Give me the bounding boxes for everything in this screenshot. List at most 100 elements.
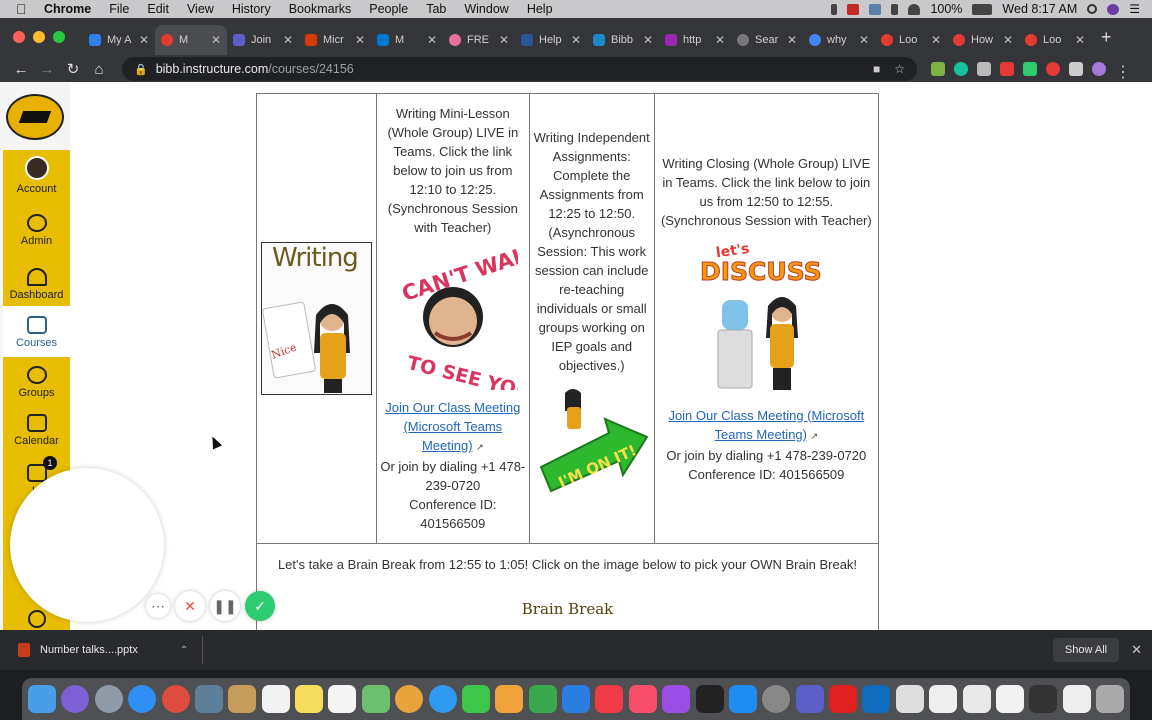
menu-help[interactable]: Help xyxy=(527,2,553,16)
pages-icon[interactable] xyxy=(495,685,524,713)
browser-tab[interactable]: Bibb ✕ xyxy=(587,25,659,55)
extension-icon[interactable] xyxy=(977,62,991,76)
browser-tab[interactable]: How ✕ xyxy=(947,25,1019,55)
keynote-icon[interactable] xyxy=(562,685,590,713)
document-icon[interactable] xyxy=(929,685,958,713)
close-icon[interactable]: ✕ xyxy=(499,33,509,47)
reload-icon[interactable]: ↻ xyxy=(60,60,86,78)
loom-extension-icon[interactable] xyxy=(1046,62,1060,76)
im-on-it-bitmoji[interactable]: I'M ON IT! xyxy=(533,383,651,501)
bookmark-star-icon[interactable]: ☆ xyxy=(894,62,905,76)
nav-dashboard[interactable]: Dashboard xyxy=(3,268,70,301)
close-icon[interactable]: ✕ xyxy=(1003,33,1013,47)
browser-tab[interactable]: Join ✕ xyxy=(227,25,299,55)
apple-icon[interactable]:  xyxy=(16,2,30,16)
menu-tab[interactable]: Tab xyxy=(426,2,446,16)
close-icon[interactable]: ✕ xyxy=(139,33,149,47)
battery-icon[interactable] xyxy=(972,3,993,15)
profile-avatar[interactable] xyxy=(1092,62,1106,76)
new-tab-button[interactable]: + xyxy=(1101,27,1112,48)
photos-icon[interactable] xyxy=(395,685,424,713)
apple-tv-icon[interactable] xyxy=(695,685,724,713)
music-icon[interactable] xyxy=(628,685,657,713)
close-icon[interactable]: ✕ xyxy=(211,33,221,47)
clock[interactable]: Wed 8:17 AM xyxy=(1002,2,1077,16)
siri-icon[interactable] xyxy=(61,685,90,713)
browser-tab[interactable]: Loo ✕ xyxy=(1019,25,1091,55)
close-icon[interactable]: ✕ xyxy=(859,33,869,47)
finder-icon[interactable] xyxy=(28,685,56,713)
menu-window[interactable]: Window xyxy=(464,2,508,16)
launchpad-icon[interactable] xyxy=(94,685,123,713)
document-icon[interactable] xyxy=(1029,685,1058,713)
control-center-icon[interactable]: ☰ xyxy=(1129,2,1140,16)
puzzle-icon[interactable] xyxy=(1069,62,1083,76)
extension-icon[interactable] xyxy=(931,62,945,76)
loom-more-button[interactable]: ⋯ xyxy=(146,594,170,618)
brain-break-image[interactable]: Brain Break xyxy=(257,600,878,618)
close-icon[interactable]: ✕ xyxy=(283,33,293,47)
nav-account[interactable]: Account xyxy=(3,156,70,195)
acrobat-icon[interactable] xyxy=(829,685,857,713)
user-icon[interactable] xyxy=(1107,3,1120,15)
document-icon[interactable] xyxy=(895,685,924,713)
menu-history[interactable]: History xyxy=(232,2,271,16)
close-icon[interactable]: ✕ xyxy=(427,33,437,47)
trash-icon[interactable] xyxy=(1096,685,1124,713)
show-all-button[interactable]: Show All xyxy=(1052,638,1120,662)
join-class-meeting-link[interactable]: Join Our Class Meeting (Microsoft Teams … xyxy=(668,408,864,442)
nav-groups[interactable]: Groups xyxy=(3,366,70,399)
safari-icon[interactable] xyxy=(128,685,157,713)
notes-icon[interactable] xyxy=(295,685,323,713)
browser-tab[interactable]: http ✕ xyxy=(659,25,731,55)
join-class-meeting-link[interactable]: Join Our Class Meeting (Microsoft Teams … xyxy=(385,400,520,453)
cant-wait-to-see-you-bitmoji[interactable]: CAN'T WAIT TO SEE YOU xyxy=(388,245,518,390)
nav-admin[interactable]: Admin xyxy=(3,214,70,247)
document-icon[interactable] xyxy=(1062,685,1091,713)
wifi-icon[interactable] xyxy=(908,3,921,15)
nav-calendar[interactable]: Calendar xyxy=(3,414,70,447)
loom-camera-bubble[interactable] xyxy=(10,468,164,622)
close-icon[interactable]: ✕ xyxy=(355,33,365,47)
browser-tab[interactable]: My A ✕ xyxy=(83,25,155,55)
nav-courses[interactable]: Courses xyxy=(3,306,70,357)
document-icon[interactable] xyxy=(995,685,1024,713)
browser-tab[interactable]: M ✕ xyxy=(371,25,443,55)
writing-bitmoji-image[interactable]: Writing Nice xyxy=(260,242,372,395)
messages-icon[interactable] xyxy=(428,685,457,713)
system-preferences-icon[interactable] xyxy=(762,685,791,713)
bluetooth-icon[interactable] xyxy=(891,3,899,15)
extension-icon[interactable] xyxy=(1023,62,1037,76)
close-icon[interactable]: ✕ xyxy=(571,33,581,47)
reminders-icon[interactable] xyxy=(328,685,357,713)
spotlight-icon[interactable] xyxy=(1087,4,1098,14)
close-icon[interactable]: ✕ xyxy=(931,33,941,47)
menu-edit[interactable]: Edit xyxy=(147,2,169,16)
close-icon[interactable]: ✕ xyxy=(1131,642,1142,658)
calendar-icon[interactable] xyxy=(261,685,290,713)
camera-icon[interactable]: ■ xyxy=(873,62,880,76)
teams-icon[interactable] xyxy=(795,685,824,713)
zoom-window-button[interactable] xyxy=(53,31,65,43)
menu-view[interactable]: View xyxy=(187,2,214,16)
outlook-icon[interactable] xyxy=(862,685,891,713)
menu-file[interactable]: File xyxy=(109,2,129,16)
microphone-icon[interactable] xyxy=(831,3,838,15)
menu-app-name[interactable]: Chrome xyxy=(44,2,91,16)
browser-tab[interactable]: why ✕ xyxy=(803,25,875,55)
browser-tab[interactable]: FRE ✕ xyxy=(443,25,515,55)
back-icon[interactable]: ← xyxy=(8,61,34,78)
status-icon[interactable] xyxy=(869,3,882,15)
forward-icon[interactable]: → xyxy=(34,61,60,78)
chrome-menu-icon[interactable]: ⋮ xyxy=(1115,62,1131,81)
close-window-button[interactable] xyxy=(13,31,25,43)
app-store-icon[interactable] xyxy=(728,685,757,713)
close-icon[interactable]: ✕ xyxy=(787,33,797,47)
close-icon[interactable]: ✕ xyxy=(643,33,653,47)
podcasts-icon[interactable] xyxy=(662,685,691,713)
chevron-up-icon[interactable]: ⌃ xyxy=(180,645,188,656)
browser-tab[interactable]: Help ✕ xyxy=(515,25,587,55)
browser-tab-active[interactable]: M ✕ xyxy=(155,25,227,55)
news-icon[interactable] xyxy=(595,685,624,713)
browser-tab[interactable]: Micr ✕ xyxy=(299,25,371,55)
